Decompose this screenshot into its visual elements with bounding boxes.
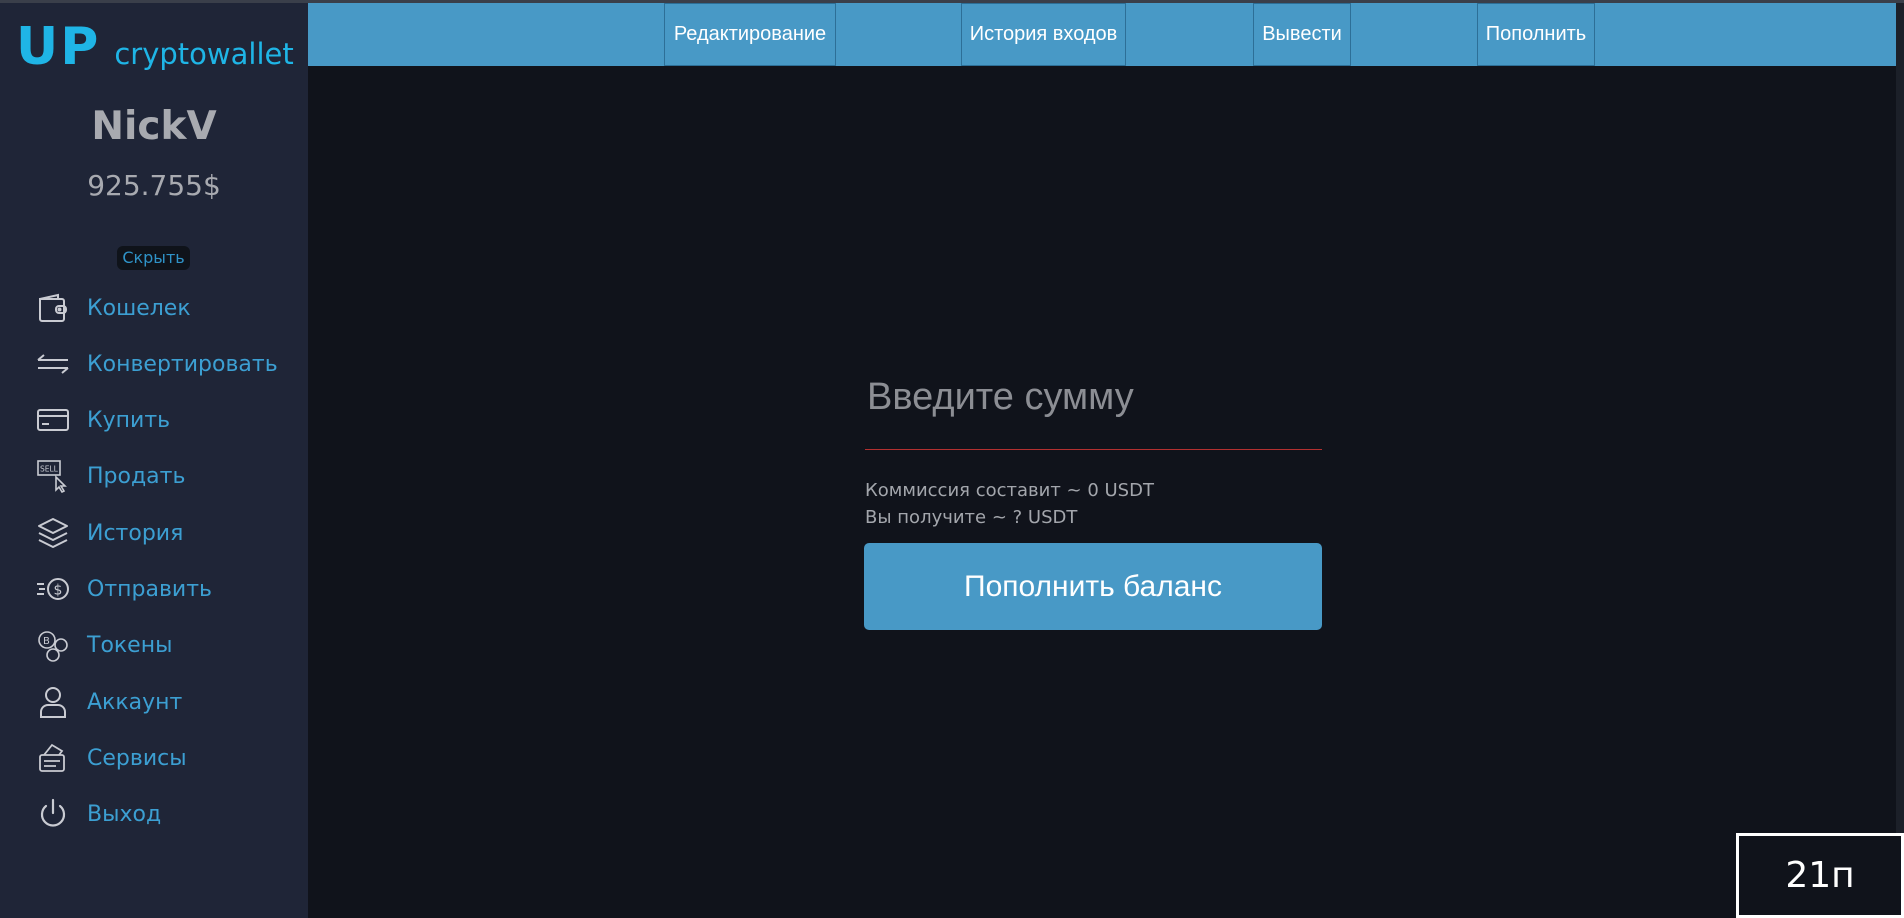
amount-input[interactable] <box>865 345 1322 450</box>
user-icon <box>34 683 72 721</box>
receive-amount-text: Вы получите ~ ? USDT <box>865 507 1078 528</box>
sidebar-item-label: Сервисы <box>87 745 187 771</box>
svg-text:SELL: SELL <box>40 465 59 474</box>
convert-arrows-icon <box>34 345 72 383</box>
tab-deposit[interactable]: Пополнить <box>1477 3 1595 66</box>
sidebar-item-services[interactable]: Сервисы <box>34 738 187 778</box>
sidebar-item-send[interactable]: $ Отправить <box>34 569 212 609</box>
sidebar-item-buy[interactable]: Купить <box>34 400 170 440</box>
sell-sign-icon: SELL <box>34 457 72 495</box>
power-icon <box>34 795 72 833</box>
services-icon <box>34 739 72 777</box>
logo-sub-text: cryptowallet <box>114 37 294 71</box>
sidebar-item-label: Продать <box>87 463 186 489</box>
sidebar-item-account[interactable]: Аккаунт <box>34 682 182 722</box>
sidebar-item-sell[interactable]: SELL Продать <box>34 456 185 496</box>
sidebar-item-logout[interactable]: Выход <box>34 794 161 834</box>
account-balance: 925.755$ <box>87 169 221 202</box>
hide-balance-button[interactable]: Скрыть <box>117 246 190 270</box>
top-navigation: Редактирование История входов Вывести По… <box>308 3 1896 66</box>
svg-text:B: B <box>43 636 50 647</box>
credit-card-icon <box>34 401 72 439</box>
tab-edit[interactable]: Редактирование <box>664 3 836 66</box>
send-dollar-icon: $ <box>34 570 72 608</box>
scrollbar[interactable] <box>1896 3 1904 918</box>
sidebar-item-wallet[interactable]: Кошелек <box>34 288 191 328</box>
sidebar-item-convert[interactable]: Конвертировать <box>34 344 278 384</box>
commission-text: Коммиссия составит ~ 0 USDT <box>865 480 1154 501</box>
sidebar-item-history[interactable]: История <box>34 513 183 553</box>
sidebar-item-label: История <box>87 520 184 546</box>
tokens-icon: B <box>34 626 72 664</box>
sidebar-item-label: Конвертировать <box>87 351 278 377</box>
sidebar-item-label: Токены <box>87 632 173 658</box>
sidebar: UP cryptowallet NickV 925.755$ Скрыть Кош… <box>0 3 308 918</box>
layers-icon <box>34 514 72 552</box>
logo-main-text: UP <box>16 17 101 77</box>
sidebar-item-label: Купить <box>87 407 171 433</box>
corner-label: 21п <box>1736 833 1904 918</box>
sidebar-item-label: Кошелек <box>87 295 191 321</box>
deposit-balance-button[interactable]: Пополнить баланс <box>864 543 1322 630</box>
sidebar-item-label: Аккаунт <box>87 689 183 715</box>
sidebar-item-tokens[interactable]: B Токены <box>34 625 172 665</box>
tab-login-history[interactable]: История входов <box>961 3 1126 66</box>
wallet-icon <box>34 289 72 327</box>
svg-text:$: $ <box>54 583 63 599</box>
sidebar-item-label: Выход <box>87 801 162 827</box>
username: NickV <box>91 104 217 149</box>
tab-withdraw[interactable]: Вывести <box>1253 3 1351 66</box>
brand-logo[interactable]: UP cryptowallet <box>16 17 294 77</box>
sidebar-item-label: Отправить <box>87 576 213 602</box>
